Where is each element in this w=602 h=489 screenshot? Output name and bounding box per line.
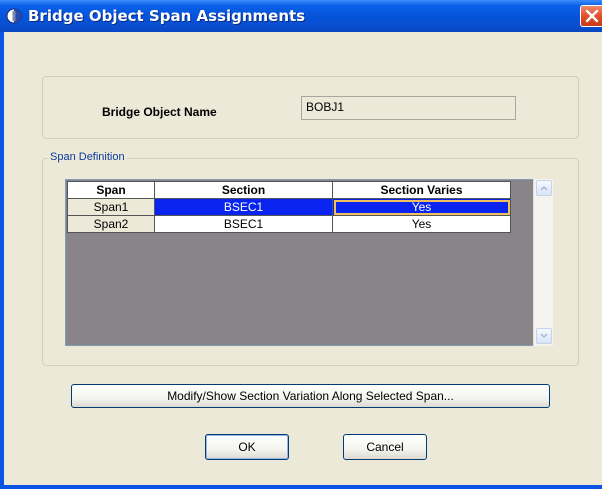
cancel-button[interactable]: Cancel bbox=[343, 434, 427, 460]
close-icon bbox=[585, 9, 599, 23]
scroll-down-button[interactable] bbox=[536, 328, 552, 344]
section-varies-cell[interactable]: Yes bbox=[332, 198, 511, 216]
window-bottom-border bbox=[0, 485, 602, 489]
table-header-row: Span Section Section Varies bbox=[67, 181, 511, 199]
span-grid[interactable]: Span Section Section Varies Span1 BSEC1 … bbox=[65, 179, 535, 346]
modify-section-variation-button[interactable]: Modify/Show Section Variation Along Sele… bbox=[71, 384, 550, 408]
column-header-section-varies[interactable]: Section Varies bbox=[332, 181, 511, 199]
span-definition-legend: Span Definition bbox=[48, 151, 127, 163]
table-row[interactable]: Span1 BSEC1 Yes bbox=[67, 198, 511, 216]
section-cell[interactable]: BSEC1 bbox=[154, 215, 333, 233]
column-header-span[interactable]: Span bbox=[67, 181, 155, 199]
chevron-down-icon bbox=[540, 333, 548, 339]
column-header-section[interactable]: Section bbox=[154, 181, 333, 199]
window-title: Bridge Object Span Assignments bbox=[28, 7, 306, 25]
close-button[interactable] bbox=[580, 5, 602, 27]
section-varies-cell[interactable]: Yes bbox=[332, 215, 511, 233]
ok-button[interactable]: OK bbox=[205, 434, 289, 460]
span-cell[interactable]: Span2 bbox=[67, 215, 155, 233]
span-table: Span Section Section Varies Span1 BSEC1 … bbox=[67, 181, 511, 233]
title-bar[interactable]: Bridge Object Span Assignments bbox=[0, 0, 602, 32]
span-cell[interactable]: Span1 bbox=[67, 198, 155, 216]
section-cell[interactable]: BSEC1 bbox=[154, 198, 333, 216]
bridge-object-name-field: BOBJ1 bbox=[301, 96, 516, 120]
table-row[interactable]: Span2 BSEC1 Yes bbox=[67, 215, 511, 233]
dialog-window: Bridge Object Span Assignments Bridge Ob… bbox=[0, 0, 602, 489]
grid-vertical-scrollbar[interactable] bbox=[533, 179, 553, 346]
app-icon bbox=[6, 8, 22, 24]
chevron-up-icon bbox=[540, 185, 548, 191]
scroll-up-button[interactable] bbox=[536, 180, 552, 196]
bridge-object-name-label: Bridge Object Name bbox=[102, 105, 217, 119]
